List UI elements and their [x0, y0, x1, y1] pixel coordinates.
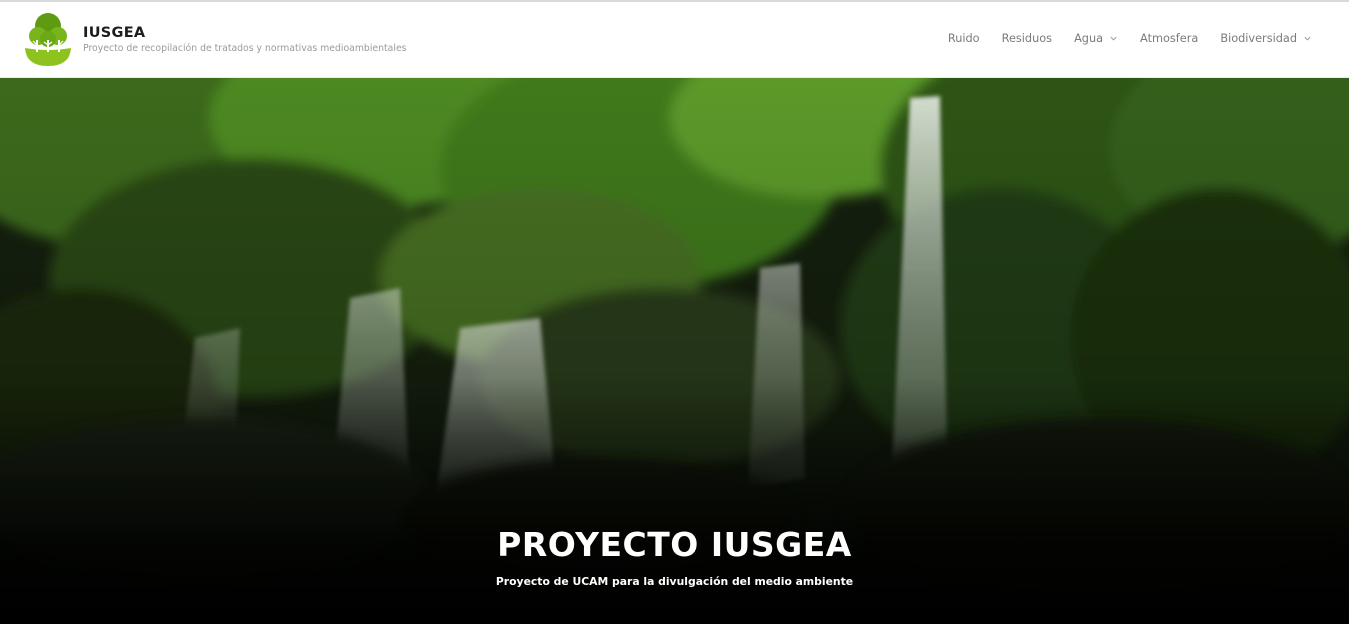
tree-logo-icon[interactable] [24, 12, 72, 68]
nav-item-label: Biodiversidad [1220, 32, 1297, 45]
hero-banner: PROYECTO IUSGEA Proyecto de UCAM para la… [0, 78, 1349, 624]
site-branding[interactable]: IUSGEA Proyecto de recopilación de trata… [24, 12, 407, 68]
nav-item-atmosfera[interactable]: Atmosfera [1140, 32, 1198, 45]
nav-item-label: Atmosfera [1140, 32, 1199, 45]
chevron-down-icon[interactable] [1303, 34, 1312, 43]
hero-text: PROYECTO IUSGEA Proyecto de UCAM para la… [0, 525, 1349, 588]
nav-item-biodiversidad[interactable]: Biodiversidad [1220, 32, 1312, 45]
chevron-down-icon[interactable] [1109, 34, 1118, 43]
site-title[interactable]: IUSGEA [83, 24, 407, 42]
hero-subtitle: Proyecto de UCAM para la divulgación del… [495, 575, 854, 588]
main-navigation: Ruido Residuos Agua Atmosfera Biodiversi… [948, 32, 1312, 45]
nav-item-residuos[interactable]: Residuos [1002, 32, 1052, 45]
nav-item-label: Agua [1074, 32, 1104, 45]
site-tagline: Proyecto de recopilación de tratados y n… [83, 42, 407, 54]
hero-title: PROYECTO IUSGEA [497, 525, 852, 564]
nav-item-agua[interactable]: Agua [1074, 32, 1118, 45]
site-header: IUSGEA Proyecto de recopilación de trata… [0, 2, 1349, 78]
nav-item-label: Ruido [947, 32, 980, 45]
brand-text: IUSGEA Proyecto de recopilación de trata… [83, 24, 407, 55]
nav-item-label: Residuos [1001, 32, 1053, 45]
nav-item-ruido[interactable]: Ruido [948, 32, 980, 45]
